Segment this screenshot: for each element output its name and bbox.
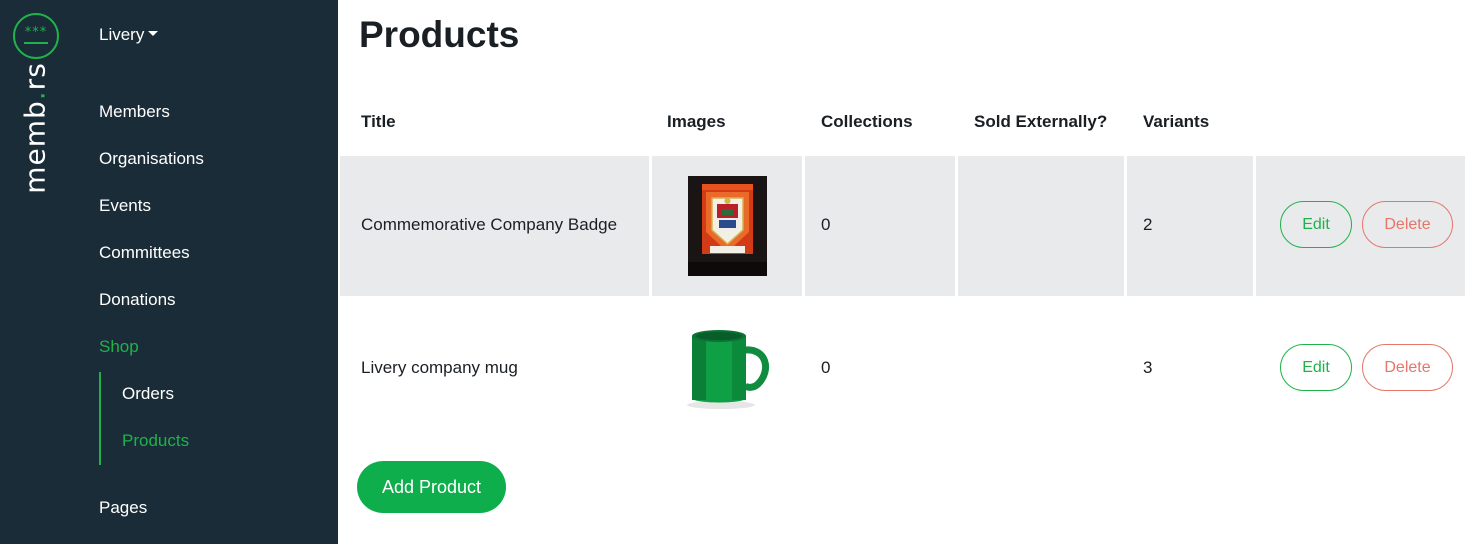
- cell-divider: [1124, 156, 1127, 296]
- sidebar-item-organisations[interactable]: Organisations: [99, 149, 204, 169]
- row-2-collections: 0: [821, 358, 831, 377]
- badge-image: [688, 176, 767, 276]
- logo-icon[interactable]: ***: [13, 13, 59, 59]
- delete-button[interactable]: Delete: [1362, 201, 1453, 248]
- row-1-variants: 2: [1143, 215, 1153, 234]
- cell-divider: [649, 156, 652, 296]
- cell-divider: [802, 156, 805, 296]
- org-switcher-dropdown[interactable]: Livery: [99, 25, 159, 45]
- cell-divider: [1253, 156, 1256, 296]
- delete-button[interactable]: Delete: [1362, 344, 1453, 391]
- logo-bar: [24, 42, 48, 44]
- brand-wordmark: memb.rs: [19, 62, 52, 194]
- brand-name-main: memb: [18, 100, 52, 194]
- brand-name-tail: rs: [18, 62, 52, 91]
- brand-rail: *** memb.rs: [0, 0, 72, 544]
- brand-name-dot: .: [18, 90, 52, 101]
- sidebar-item-members[interactable]: Members: [99, 102, 170, 122]
- column-header-sold-externally: Sold Externally?: [974, 112, 1108, 131]
- page-title: Products: [359, 14, 520, 55]
- column-header-images: Images: [667, 112, 726, 131]
- row-1-title: Commemorative Company Badge: [361, 215, 618, 234]
- cell-divider: [955, 156, 958, 296]
- org-switcher-label: Livery: [99, 25, 145, 44]
- logo-stars: ***: [24, 25, 48, 40]
- edit-button[interactable]: Edit: [1280, 344, 1352, 391]
- sidebar-item-pages[interactable]: Pages: [99, 498, 147, 518]
- main-content: Products Title Images Collections Sold E…: [338, 0, 1465, 544]
- sidebar-subitem-orders[interactable]: Orders: [122, 384, 174, 404]
- sidebar-subitem-products[interactable]: Products: [122, 431, 189, 451]
- edit-button[interactable]: Edit: [1280, 201, 1352, 248]
- column-header-variants: Variants: [1143, 112, 1210, 131]
- sidebar-item-committees[interactable]: Committees: [99, 243, 190, 263]
- sidebar-nav: Livery Members Organisations Events Comm…: [72, 0, 338, 544]
- sidebar-item-events[interactable]: Events: [99, 196, 151, 216]
- caret-down-icon: [148, 31, 159, 37]
- subnav-indicator-line: [99, 372, 101, 465]
- column-header-collections: Collections: [821, 112, 913, 131]
- green-mug-image: [678, 322, 776, 414]
- sidebar-item-shop[interactable]: Shop: [99, 337, 139, 357]
- row-2-variants: 3: [1143, 358, 1153, 377]
- product-image-badge[interactable]: [688, 176, 767, 276]
- product-image-mug[interactable]: [678, 322, 776, 414]
- add-product-button[interactable]: Add Product: [357, 461, 506, 513]
- sidebar-item-donations[interactable]: Donations: [99, 290, 176, 310]
- row-2-title: Livery company mug: [361, 358, 518, 377]
- column-header-title: Title: [361, 112, 396, 131]
- row-1-collections: 0: [821, 215, 831, 234]
